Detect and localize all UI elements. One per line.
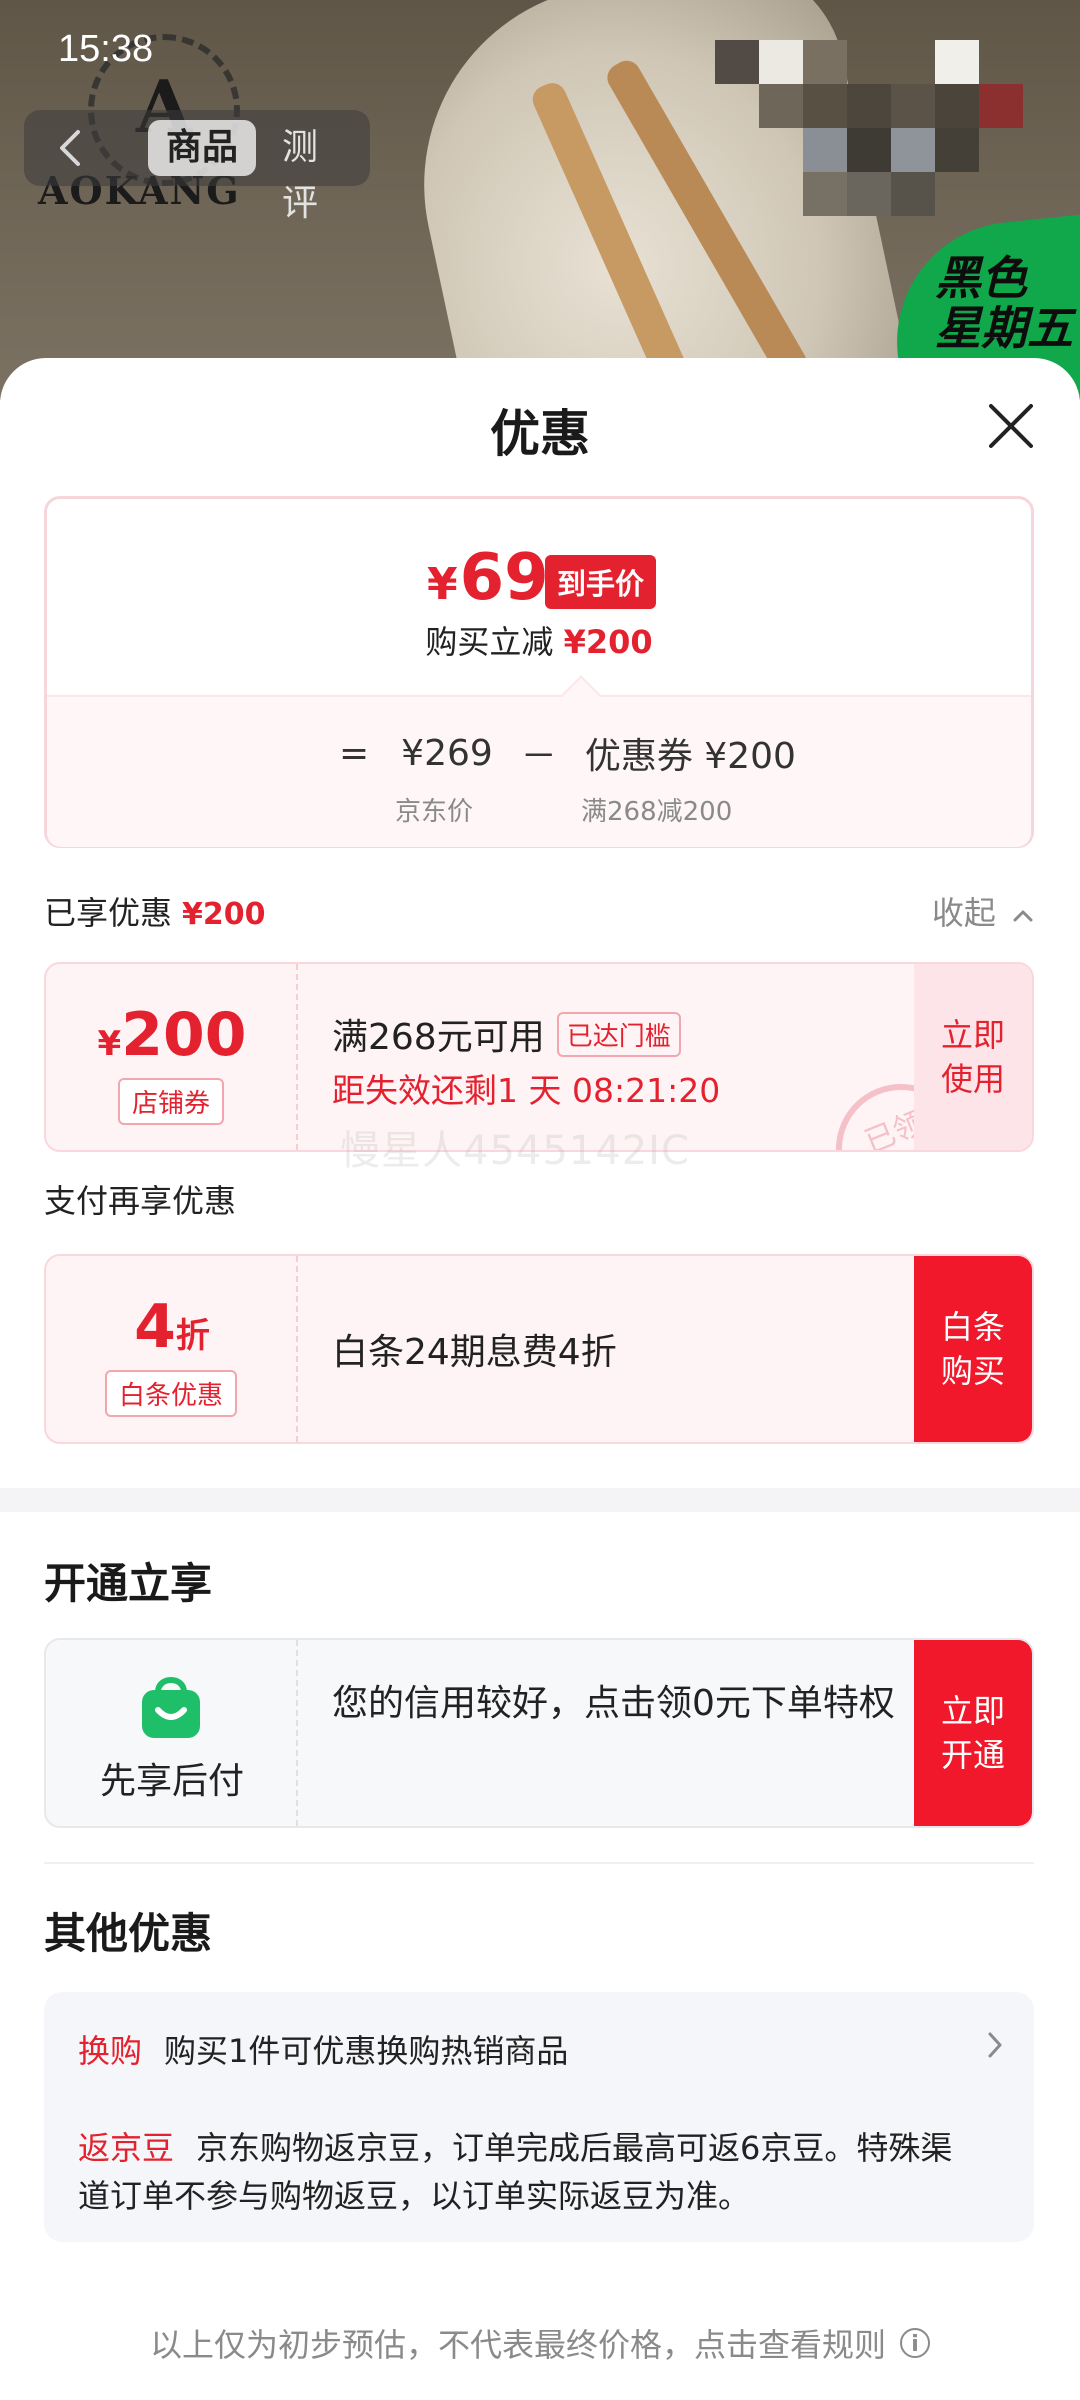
coupon-value-area: 4折 白条优惠 xyxy=(46,1256,298,1442)
minus-sign: － xyxy=(520,736,557,777)
coupon-amount: 优惠券 ¥200 xyxy=(584,736,796,777)
instant-discount-amount: ¥200 xyxy=(563,623,653,661)
tab-review[interactable]: 测评 xyxy=(264,120,370,224)
status-bar-time: 15:38 xyxy=(58,28,154,70)
jd-beans-offer: 返京豆 京东购物返京豆，订单完成后最高可返6京豆。特殊渠道订单不参与购物返豆，以订… xyxy=(78,2124,978,2220)
currency-symbol: ¥ xyxy=(97,1024,122,1064)
back-button[interactable] xyxy=(24,110,116,186)
coupon-value-area: ¥200 店铺券 xyxy=(46,964,298,1150)
threshold-reached-badge: 已达门槛 xyxy=(556,1011,681,1057)
chevron-right-icon[interactable] xyxy=(986,2030,1004,2060)
section-divider xyxy=(0,1488,1080,1512)
coupon-value: 4折 xyxy=(46,1292,298,1362)
divider-line xyxy=(44,1862,1034,1864)
beans-label: 返京豆 xyxy=(78,2129,175,2167)
discount-value: 4 xyxy=(134,1292,176,1362)
shopping-bag-icon xyxy=(142,1677,200,1738)
discount-sheet: 优惠 ¥ 69 到手价 购买立减 ¥200 = ¥269 － 优惠券 ¥200 … xyxy=(0,358,1080,2400)
price-formula: = ¥269 － 优惠券 ¥200 xyxy=(339,727,796,779)
chevron-up-icon xyxy=(1013,910,1033,922)
other-offers-card: 换购 购买1件可优惠换购热销商品 返京豆 京东购物返京豆，订单完成后最高可返6京豆… xyxy=(44,1992,1034,2242)
coupon-amount: 200 xyxy=(121,1000,247,1070)
pay-later-description: 您的信用较好，点击领0元下单特权 xyxy=(332,1683,895,1724)
price-breakdown-card: ¥ 69 到手价 购买立减 ¥200 = ¥269 － 优惠券 ¥200 京东价… xyxy=(44,496,1034,848)
equals-sign: = xyxy=(339,732,370,774)
coupon-caption: 满268减200 xyxy=(581,797,733,827)
top-nav-bar: 商品 测评 xyxy=(24,110,370,224)
coupon-type-tag: 白条优惠 xyxy=(104,1370,238,1417)
open-section-title: 开通立享 xyxy=(44,1559,213,1608)
final-price: ¥ 69 xyxy=(427,541,549,615)
final-price-tag: 到手价 xyxy=(545,555,657,609)
coupon-condition: 满268元可用 已达门槛 xyxy=(332,1008,681,1060)
pay-later-card: 先享后付 您的信用较好，点击领0元下单特权 立即 开通 xyxy=(44,1638,1034,1828)
exchange-offer-row[interactable]: 换购 购买1件可优惠换购热销商品 xyxy=(78,2026,568,2072)
coupon-countdown: 距失效还剩1 天 08:21:20 xyxy=(332,1071,721,1110)
coupon-condition-text: 满268元可用 xyxy=(332,1017,545,1058)
chevron-left-icon xyxy=(60,130,80,166)
pay-later-label: 先享后付 xyxy=(99,1761,244,1802)
product-image-header: A AOKANG 黑色 星期五 15:38 商品 测评 xyxy=(0,0,1080,400)
close-icon[interactable] xyxy=(985,400,1037,452)
exchange-text: 购买1件可优惠换购热销商品 xyxy=(164,2032,569,2070)
sheet-title: 优惠 xyxy=(490,405,590,463)
pay-section-title: 支付再享优惠 xyxy=(44,1182,237,1220)
collapse-label: 收起 xyxy=(931,894,996,932)
watermark: 慢星人4545142IC xyxy=(340,1128,690,1174)
activate-now-button[interactable]: 立即 开通 xyxy=(914,1640,1032,1826)
jd-price: ¥269 xyxy=(401,732,493,774)
disclaimer-text: 以上仅为初步预估，不代表最终价格，点击查看规则 xyxy=(149,2326,886,2364)
baitiao-description: 白条24期息费4折 xyxy=(332,1332,617,1373)
final-price-value: 69 xyxy=(459,541,549,615)
collapse-button[interactable]: 收起 xyxy=(932,888,1034,934)
info-icon[interactable]: i xyxy=(900,2328,930,2358)
enjoyed-amount: ¥200 xyxy=(182,897,266,932)
coupon-value: ¥200 xyxy=(46,1000,298,1070)
currency-symbol: ¥ xyxy=(427,559,458,610)
exchange-label: 换购 xyxy=(78,2032,143,2070)
mosaic-blur xyxy=(715,40,1035,230)
use-now-button[interactable]: 立即 使用 xyxy=(914,964,1032,1150)
coupon-type-tag: 店铺券 xyxy=(117,1078,225,1125)
other-section-title: 其他优惠 xyxy=(44,1909,213,1958)
enjoyed-label: 已享优惠 xyxy=(44,894,173,932)
enjoyed-discount-row: 已享优惠 ¥200 收起 xyxy=(44,888,1034,934)
beans-text: 京东购物返京豆，订单完成后最高可返6京豆。特殊渠道订单不参与购物返豆，以订单实际… xyxy=(78,2129,953,2215)
instant-discount-label: 购买立减 xyxy=(425,623,554,661)
baitiao-buy-button[interactable]: 白条 购买 xyxy=(914,1256,1032,1442)
instant-discount: 购买立减 ¥200 xyxy=(47,617,1031,663)
baitiao-coupon-card: 4折 白条优惠 白条24期息费4折 白条 购买 xyxy=(44,1254,1034,1444)
pay-later-icon-area: 先享后付 xyxy=(46,1640,298,1826)
tab-product[interactable]: 商品 xyxy=(148,120,257,176)
pricing-disclaimer[interactable]: 以上仅为初步预估，不代表最终价格，点击查看规则 i xyxy=(0,2320,1080,2366)
promo-badge-text: 黑色 星期五 xyxy=(934,251,1073,356)
discount-unit: 折 xyxy=(175,1316,210,1356)
jd-price-caption: 京东价 xyxy=(395,797,474,827)
